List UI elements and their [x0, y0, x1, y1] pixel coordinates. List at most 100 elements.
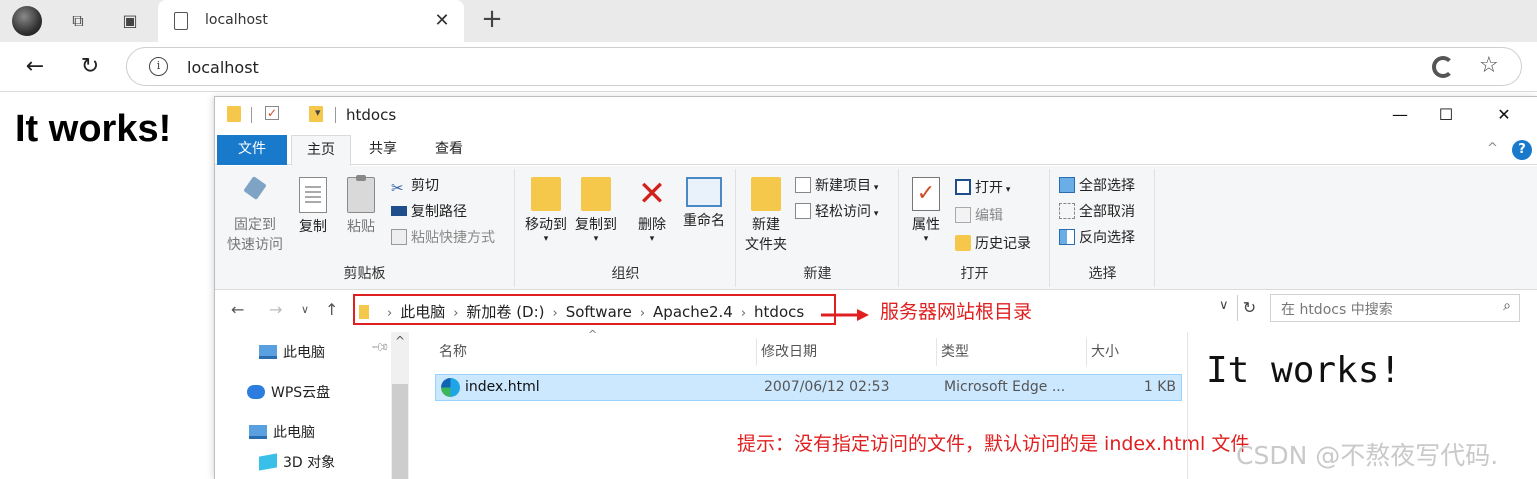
- edit-icon: [955, 207, 971, 223]
- favorite-star-icon[interactable]: ☆: [1479, 53, 1499, 79]
- titlebar-separator: [251, 107, 252, 123]
- table-row[interactable]: index.html 2007/06/12 02:53 Microsoft Ed…: [435, 374, 1182, 401]
- browser-tab[interactable]: localhost ✕: [158, 0, 464, 42]
- ribbon: 固定到 快速访问 复制 粘贴 ✂ 剪切 复制路径 粘贴快捷方式 剪贴板 移动到 …: [215, 166, 1537, 290]
- new-item-icon: [795, 177, 811, 193]
- computer-icon: [249, 425, 267, 439]
- profile-avatar[interactable]: [12, 6, 42, 36]
- close-window-button[interactable]: ✕: [1481, 101, 1527, 129]
- properties-button[interactable]: ✓ 属性 ▾: [906, 177, 946, 244]
- pin-quick-access-button[interactable]: 固定到 快速访问: [223, 177, 287, 255]
- tab-title: localhost: [205, 12, 268, 28]
- invert-selection-label: 反向选择: [1079, 230, 1135, 246]
- move-to-label: 移动到: [525, 217, 567, 233]
- tab-actions-icon[interactable]: ▣: [118, 9, 142, 33]
- url-text[interactable]: localhost: [187, 58, 259, 77]
- nav-item-this-pc[interactable]: 此电脑: [259, 342, 325, 362]
- column-size[interactable]: 大小: [1087, 338, 1182, 366]
- breadcrumb[interactable]: › 此电脑 › 新加卷 (D:) › Software › Apache2.4 › htdocs: [353, 294, 836, 325]
- column-name[interactable]: 名称: [435, 338, 757, 366]
- pin-icon: [241, 177, 269, 211]
- paste-button[interactable]: 粘贴: [341, 175, 381, 237]
- tab-share[interactable]: 共享: [355, 135, 411, 165]
- paste-shortcut-label: 粘贴快捷方式: [411, 230, 495, 246]
- breadcrumb-this-pc[interactable]: 此电脑: [400, 303, 445, 321]
- new-item-button[interactable]: 新建项目 ▾: [795, 175, 878, 197]
- scrollbar-thumb[interactable]: [392, 384, 408, 479]
- nav-item-3d-objects[interactable]: 3D 对象: [259, 452, 335, 472]
- select-none-button[interactable]: 全部取消: [1059, 201, 1135, 223]
- nav-scrollbar[interactable]: ^: [391, 332, 409, 479]
- forward-arrow-icon[interactable]: →: [269, 300, 282, 319]
- pinned-icon: 📌︎: [370, 336, 391, 358]
- nav-item-wps-cloud[interactable]: WPS云盘: [247, 382, 330, 402]
- group-label-open: 打开: [960, 266, 989, 282]
- titlebar-separator: [335, 107, 336, 123]
- copy-path-button[interactable]: 复制路径: [391, 201, 467, 223]
- edge-icon[interactable]: [1432, 56, 1454, 78]
- rename-button[interactable]: 重命名: [678, 177, 730, 231]
- customize-toolbar-icon[interactable]: ▾: [315, 106, 321, 119]
- collapse-ribbon-icon[interactable]: ^: [1487, 141, 1498, 156]
- copy-to-button[interactable]: 复制到 ▾: [572, 177, 620, 244]
- select-all-button[interactable]: 全部选择: [1059, 175, 1135, 197]
- search-placeholder: 在 htdocs 中搜索: [1281, 302, 1393, 318]
- easy-access-button[interactable]: 轻松访问 ▾: [795, 201, 878, 223]
- tab-view[interactable]: 查看: [419, 135, 479, 165]
- rename-icon: [686, 177, 722, 207]
- copy-to-label: 复制到: [575, 217, 617, 233]
- edit-button[interactable]: 编辑: [955, 205, 1003, 227]
- select-none-label: 全部取消: [1079, 204, 1135, 220]
- site-info-icon[interactable]: i: [149, 57, 168, 76]
- new-item-label: 新建项目: [815, 178, 871, 194]
- breadcrumb-folder-icon: [359, 305, 369, 319]
- recent-locations-icon[interactable]: ∨: [301, 303, 309, 316]
- group-select: 全部选择 全部取消 反向选择 选择: [1051, 169, 1155, 287]
- back-arrow-icon[interactable]: ←: [231, 300, 244, 319]
- move-to-button[interactable]: 移动到 ▾: [522, 177, 570, 244]
- maximize-button[interactable]: ☐: [1423, 101, 1469, 129]
- cube-icon: [259, 453, 277, 471]
- copy-folder-icon: [581, 177, 611, 211]
- chevron-right-icon: ›: [387, 306, 393, 321]
- help-icon[interactable]: ?: [1512, 140, 1532, 160]
- navigation-pane: 此电脑 📌︎ WPS云盘 此电脑 3D 对象 ^: [215, 332, 411, 479]
- easy-access-label: 轻松访问: [815, 204, 871, 220]
- copy-button[interactable]: 复制: [293, 177, 333, 237]
- open-button[interactable]: 打开 ▾: [955, 177, 1010, 199]
- new-tab-button[interactable]: +: [478, 6, 506, 34]
- paste-shortcut-button[interactable]: 粘贴快捷方式: [391, 227, 495, 249]
- breadcrumb-software[interactable]: Software: [566, 303, 632, 321]
- copy-label: 复制: [299, 219, 327, 235]
- up-arrow-icon[interactable]: ↑: [325, 300, 338, 319]
- column-type[interactable]: 类型: [937, 338, 1087, 366]
- nav-label: 此电脑: [273, 425, 315, 441]
- invert-selection-button[interactable]: 反向选择: [1059, 227, 1135, 249]
- tab-file[interactable]: 文件: [217, 135, 287, 165]
- pin-label-1: 固定到: [234, 217, 276, 233]
- delete-button[interactable]: ✕ 删除 ▾: [634, 177, 670, 244]
- back-button[interactable]: ←: [20, 52, 50, 82]
- history-button[interactable]: 历史记录: [955, 233, 1031, 255]
- new-folder-button[interactable]: 新建 文件夹: [741, 177, 791, 255]
- select-all-label: 全部选择: [1079, 178, 1135, 194]
- breadcrumb-apache[interactable]: Apache2.4: [653, 303, 733, 321]
- minimize-button[interactable]: —: [1377, 101, 1423, 129]
- search-input[interactable]: 在 htdocs 中搜索 ⌕: [1270, 294, 1520, 322]
- close-tab-button[interactable]: ✕: [430, 9, 454, 33]
- reload-button[interactable]: ↻: [75, 52, 105, 82]
- nav-item-this-pc-2[interactable]: 此电脑: [249, 422, 315, 442]
- workspaces-icon[interactable]: ⧉: [66, 9, 90, 33]
- scroll-up-icon[interactable]: ^: [391, 334, 409, 348]
- breadcrumb-drive-d[interactable]: 新加卷 (D:): [466, 303, 544, 321]
- column-date[interactable]: 修改日期: [757, 338, 937, 366]
- chevron-right-icon: ›: [639, 306, 646, 321]
- properties-label: 属性: [912, 217, 940, 233]
- refresh-button[interactable]: ↻: [1237, 295, 1261, 321]
- cut-button[interactable]: ✂ 剪切: [391, 175, 439, 197]
- properties-quick-icon[interactable]: ✓: [265, 106, 279, 120]
- breadcrumb-htdocs[interactable]: htdocs: [754, 303, 804, 321]
- address-dropdown-icon[interactable]: ∨: [1219, 298, 1229, 313]
- tab-home[interactable]: 主页: [291, 135, 351, 166]
- address-bar[interactable]: i localhost ☆: [126, 47, 1522, 86]
